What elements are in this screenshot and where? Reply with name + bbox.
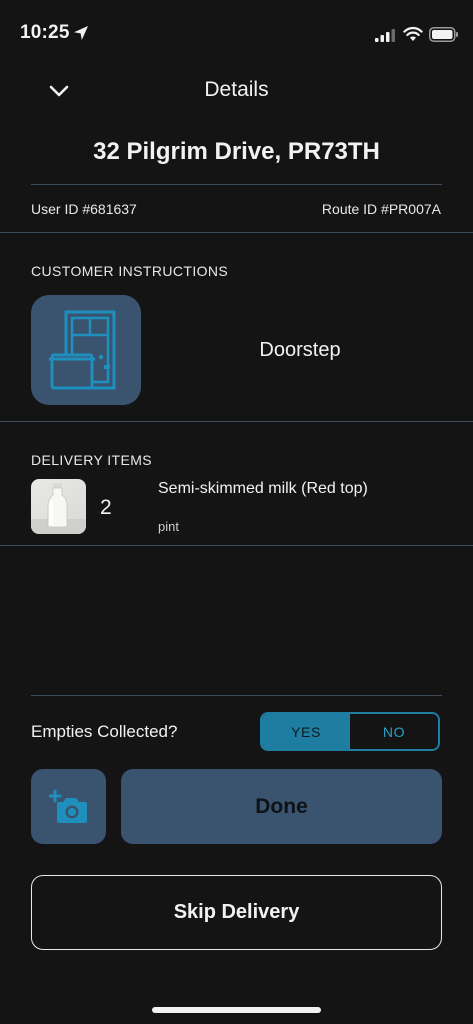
- item-name: Semi-skimmed milk (Red top): [158, 480, 368, 497]
- divider: [0, 232, 473, 233]
- divider: [31, 184, 442, 185]
- empties-toggle[interactable]: YES NO: [260, 712, 440, 751]
- add-photo-button[interactable]: [31, 769, 106, 844]
- delivery-address: 32 Pilgrim Drive, PR73TH: [93, 138, 380, 165]
- wifi-icon: [403, 26, 423, 47]
- customer-instructions-label: CUSTOMER INSTRUCTIONS: [31, 263, 229, 279]
- user-id: User ID #681637: [31, 201, 137, 217]
- toggle-no-option[interactable]: NO: [350, 714, 438, 749]
- done-button[interactable]: Done: [121, 769, 442, 844]
- home-indicator[interactable]: [152, 1007, 321, 1013]
- instruction-tile: [31, 295, 141, 405]
- divider: [0, 545, 473, 546]
- empties-collected-label: Empties Collected?: [31, 722, 178, 741]
- doorstep-icon: [49, 310, 116, 390]
- battery-icon: [429, 27, 459, 47]
- toggle-yes-option[interactable]: YES: [262, 714, 350, 749]
- item-quantity: 2: [100, 496, 112, 519]
- instruction-value: Doorstep: [259, 339, 341, 361]
- item-unit: pint: [158, 519, 179, 534]
- divider: [31, 695, 442, 696]
- add-photo-icon: [48, 789, 87, 823]
- skip-delivery-button[interactable]: Skip Delivery: [31, 875, 442, 950]
- milk-bottle-thumbnail: [31, 479, 86, 534]
- cellular-signal-icon: [375, 29, 397, 47]
- route-id: Route ID #PR007A: [321, 201, 441, 217]
- delivery-items-label: DELIVERY ITEMS: [31, 452, 153, 468]
- divider: [0, 421, 473, 422]
- location-arrow-icon: [73, 25, 89, 46]
- status-bar: 10:25: [0, 0, 473, 60]
- status-time: 10:25: [20, 22, 70, 43]
- page-title: Details: [204, 78, 269, 101]
